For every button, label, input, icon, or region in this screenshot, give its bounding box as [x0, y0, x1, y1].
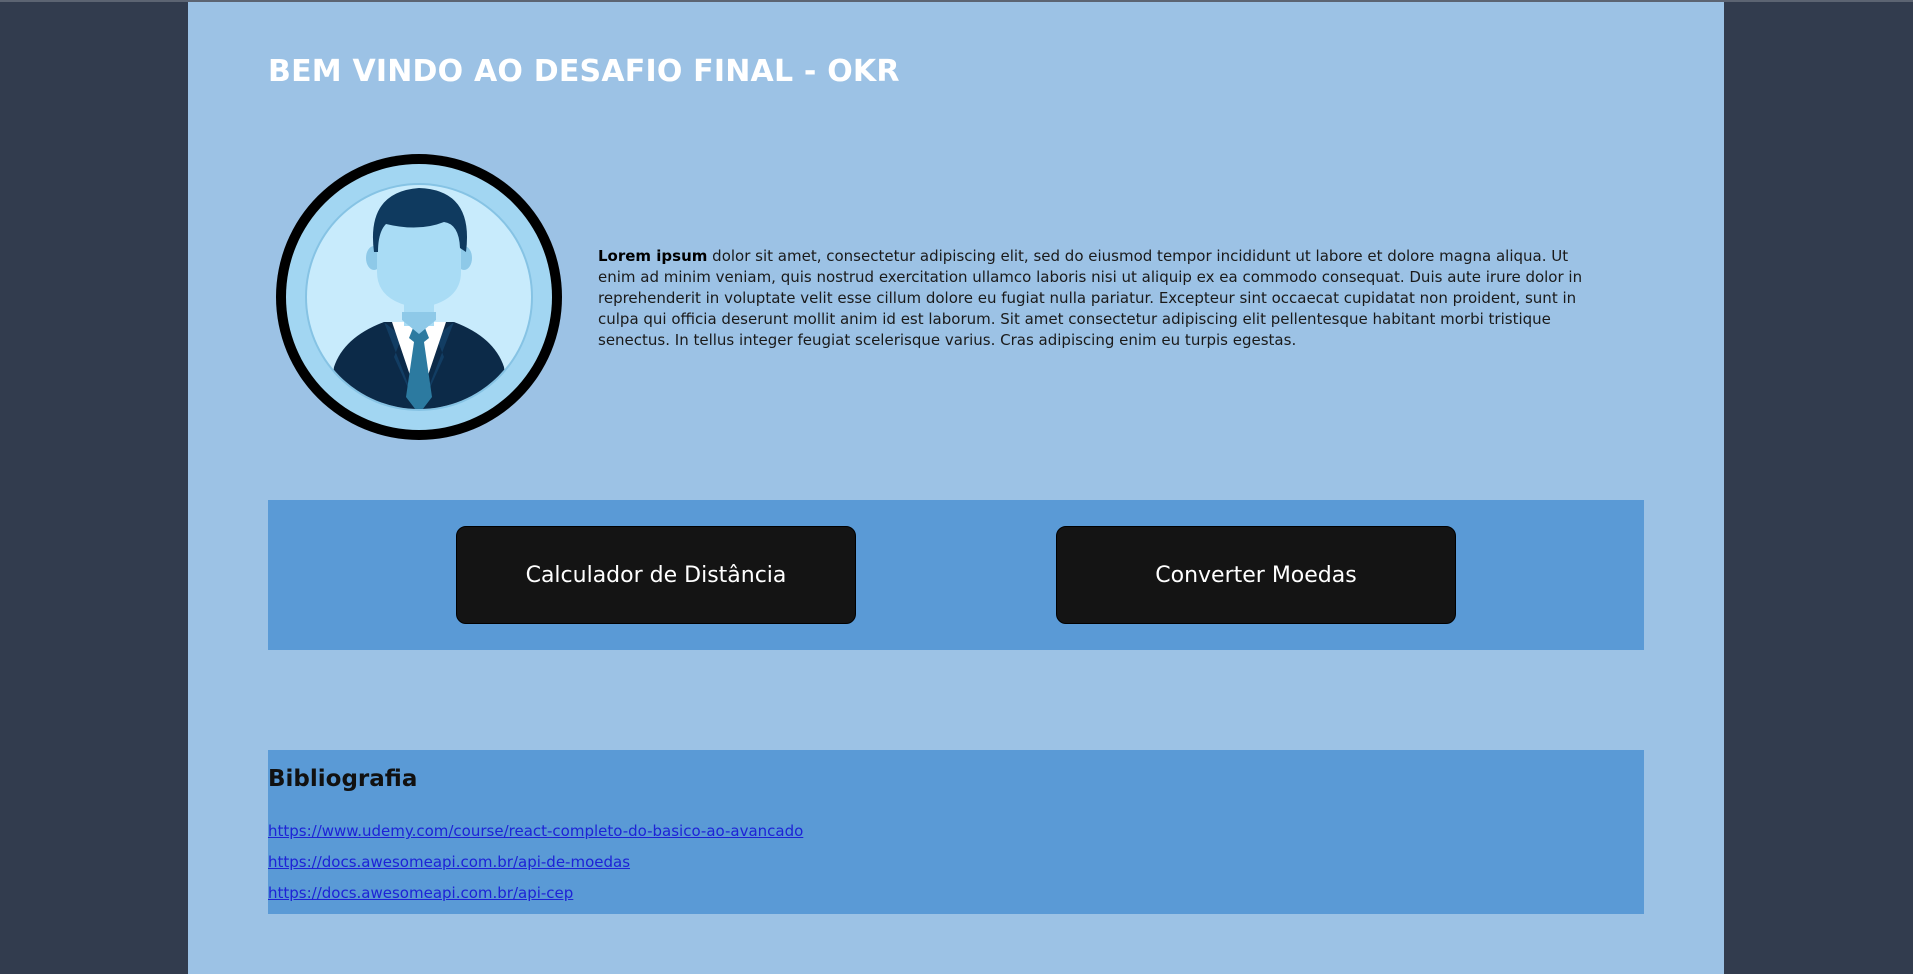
bibliography-section: Bibliografia https://www.udemy.com/cours… [268, 750, 1644, 914]
person-in-suit-avatar-icon [274, 152, 564, 442]
bibliography-heading: Bibliografia [268, 766, 418, 792]
bibliography-link-api-cep[interactable]: https://docs.awesomeapi.com.br/api-cep [268, 878, 803, 909]
intro-bold-lead: Lorem ipsum [598, 247, 708, 265]
distance-calculator-button[interactable]: Calculador de Distância [456, 526, 856, 624]
actions-band: Calculador de Distância Converter Moedas [268, 500, 1644, 650]
intro-text: dolor sit amet, consectetur adipiscing e… [598, 247, 1583, 349]
bibliography-link-udemy[interactable]: https://www.udemy.com/course/react-compl… [268, 816, 803, 847]
bibliography-links: https://www.udemy.com/course/react-compl… [268, 816, 803, 909]
page-title: BEM VINDO AO DESAFIO FINAL - OKR [268, 54, 900, 89]
intro-paragraph: Lorem ipsum dolor sit amet, consectetur … [598, 246, 1608, 351]
page-container: BEM VINDO AO DESAFIO FINAL - OKR Lorem i… [188, 2, 1724, 974]
currency-converter-button[interactable]: Converter Moedas [1056, 526, 1456, 624]
bibliography-link-api-moedas[interactable]: https://docs.awesomeapi.com.br/api-de-mo… [268, 847, 803, 878]
